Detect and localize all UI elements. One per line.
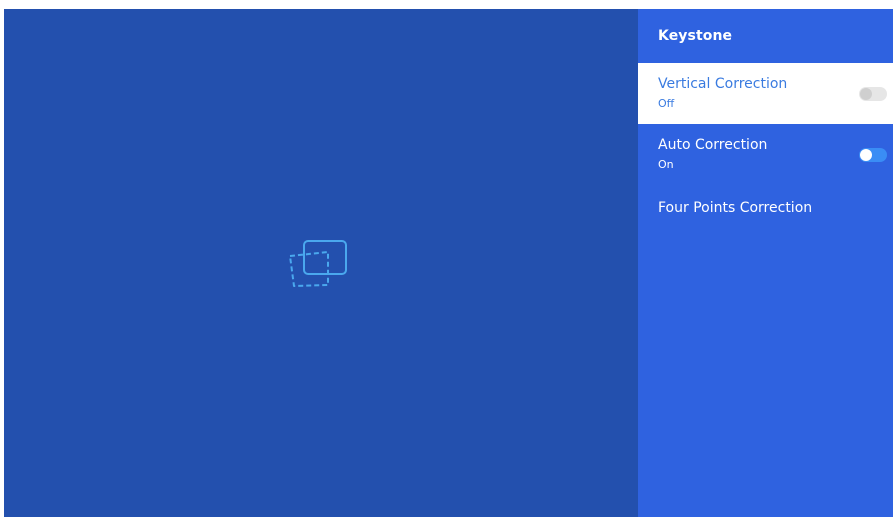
menu-item-auto-correction[interactable]: Auto Correction On: [638, 124, 893, 185]
projection-preview: [4, 9, 638, 517]
toggle-knob: [860, 87, 872, 100]
keystone-correction-icon: [289, 240, 347, 287]
vertical-correction-toggle[interactable]: [859, 86, 887, 101]
menu-item-label: Four Points Correction: [658, 199, 813, 216]
panel-title: Keystone: [658, 28, 733, 44]
menu-item-status: On: [658, 158, 674, 171]
menu-item-status: Off: [658, 97, 675, 110]
toggle-knob: [860, 148, 872, 161]
menu-item-label: Auto Correction: [658, 137, 768, 153]
menu-item-four-points-correction[interactable]: Four Points Correction: [638, 185, 893, 231]
auto-correction-toggle[interactable]: [859, 147, 887, 162]
projector-screen: Keystone Vertical Correction Off Auto Co…: [4, 9, 893, 517]
menu-item-label: Vertical Correction: [658, 76, 788, 92]
menu-item-vertical-correction[interactable]: Vertical Correction Off: [638, 63, 893, 124]
keystone-settings-panel: Keystone Vertical Correction Off Auto Co…: [638, 9, 893, 517]
